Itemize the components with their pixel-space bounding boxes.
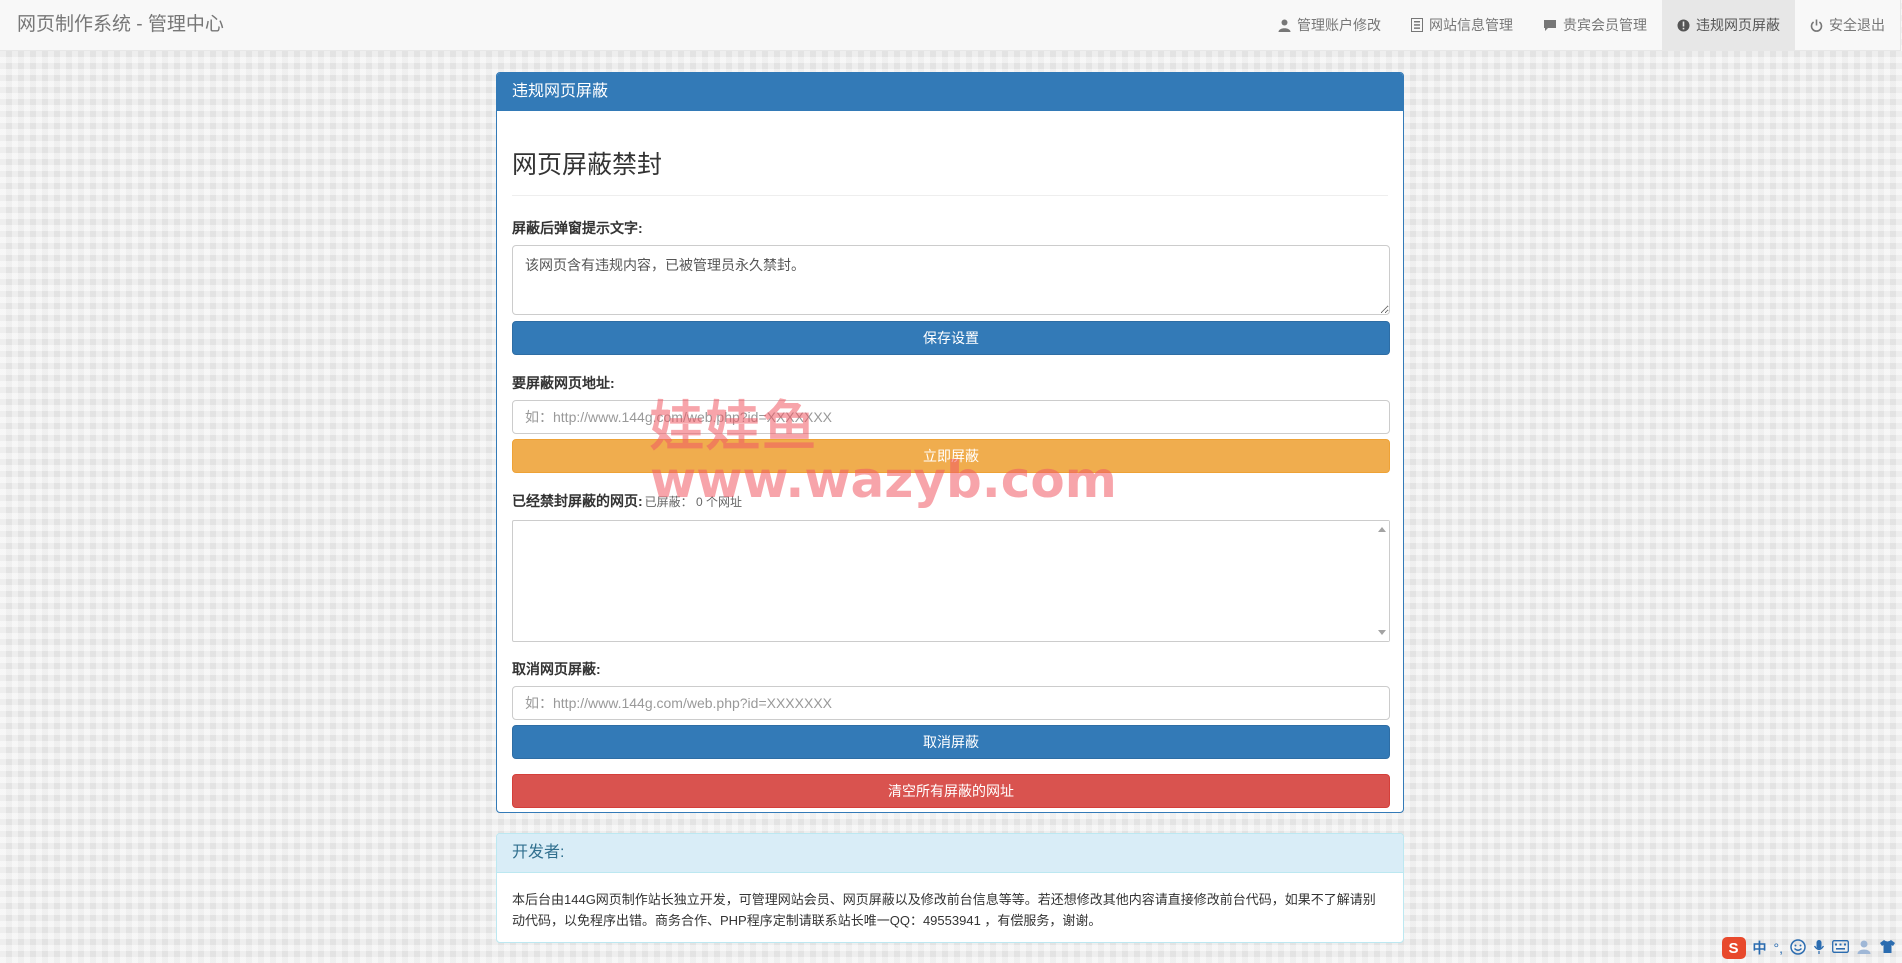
scroll-down-arrow-icon[interactable] [1378,630,1386,635]
developer-panel: 开发者: 本后台由144G网页制作站长独立开发，可管理网站会员、网页屏蔽以及修改… [496,833,1404,943]
unblock-url-input[interactable] [512,686,1390,720]
emoji-icon[interactable] [1790,938,1806,958]
nav-item-account[interactable]: 管理账户修改 [1263,0,1396,50]
developer-text: 本后台由144G网页制作站长独立开发，可管理网站会员、网页屏蔽以及修改前台信息等… [512,892,1376,928]
block-url-label: 要屏蔽网页地址: [512,375,615,391]
nav-item-label: 安全退出 [1829,17,1885,33]
nav-item-label: 网站信息管理 [1429,17,1513,33]
panel-body: 网页屏蔽禁封 屏蔽后弹窗提示文字: 该网页含有违规内容，已被管理员永久禁封。 保… [497,145,1403,808]
exclamation-icon [1677,19,1690,32]
nav-item-label: 违规网页屏蔽 [1696,17,1780,33]
unblock-url-label: 取消网页屏蔽: [512,661,601,677]
top-navbar: 网页制作系统 - 管理中心 管理账户修改 网站信息管理 贵宾会员管理 违规网页屏… [0,0,1901,51]
unblock-button[interactable]: 取消屏蔽 [512,725,1390,759]
nav-item-label: 管理账户修改 [1297,17,1381,33]
keyboard-icon[interactable] [1832,940,1849,956]
blocked-count-text: 已屏蔽： 0 个网址 [644,495,743,509]
sogou-ime-logo[interactable]: S [1721,937,1746,959]
scroll-up-arrow-icon[interactable] [1378,527,1386,532]
list-scrollbar[interactable] [1374,521,1389,641]
nav-item-site-info[interactable]: 网站信息管理 [1396,0,1528,50]
user-center-icon[interactable] [1856,939,1872,958]
nav-item-label: 贵宾会员管理 [1563,17,1647,33]
block-url-input[interactable] [512,400,1390,434]
blocked-pages-list[interactable] [512,520,1390,642]
comment-icon [1543,19,1557,32]
nav-item-vip-members[interactable]: 贵宾会员管理 [1528,0,1662,50]
block-now-button[interactable]: 立即屏蔽 [512,439,1390,473]
save-settings-button[interactable]: 保存设置 [512,321,1390,355]
nav-menu: 管理账户修改 网站信息管理 贵宾会员管理 违规网页屏蔽 安全退出 [1263,0,1900,50]
blocked-pages-label: 已经禁封屏蔽的网页: 已屏蔽： 0 个网址 [512,491,1388,511]
ime-tray: S 中 °, [1721,935,1897,961]
skin-shirt-icon[interactable] [1879,939,1896,957]
nav-item-logout[interactable]: 安全退出 [1795,0,1900,50]
block-pages-panel: 违规网页屏蔽 网页屏蔽禁封 屏蔽后弹窗提示文字: 该网页含有违规内容，已被管理员… [496,72,1404,813]
ime-mode-chinese[interactable]: 中 [1753,938,1767,958]
punctuation-mode[interactable]: °, [1774,940,1784,956]
panel-heading: 违规网页屏蔽 [497,73,1403,111]
brand-title[interactable]: 网页制作系统 - 管理中心 [17,0,224,50]
list-icon [1411,18,1423,32]
popup-text-label: 屏蔽后弹窗提示文字: [512,220,643,236]
clear-all-button[interactable]: 清空所有屏蔽的网址 [512,774,1390,808]
power-icon [1810,19,1823,32]
developer-heading: 开发者: [497,834,1403,873]
section-title: 网页屏蔽禁封 [512,145,1388,196]
blocked-pages-label-text: 已经禁封屏蔽的网页: [512,493,643,509]
nav-item-block-pages[interactable]: 违规网页屏蔽 [1662,0,1795,50]
microphone-icon[interactable] [1813,939,1825,958]
popup-text-field[interactable]: 该网页含有违规内容，已被管理员永久禁封。 [512,245,1390,315]
user-icon [1278,19,1291,32]
